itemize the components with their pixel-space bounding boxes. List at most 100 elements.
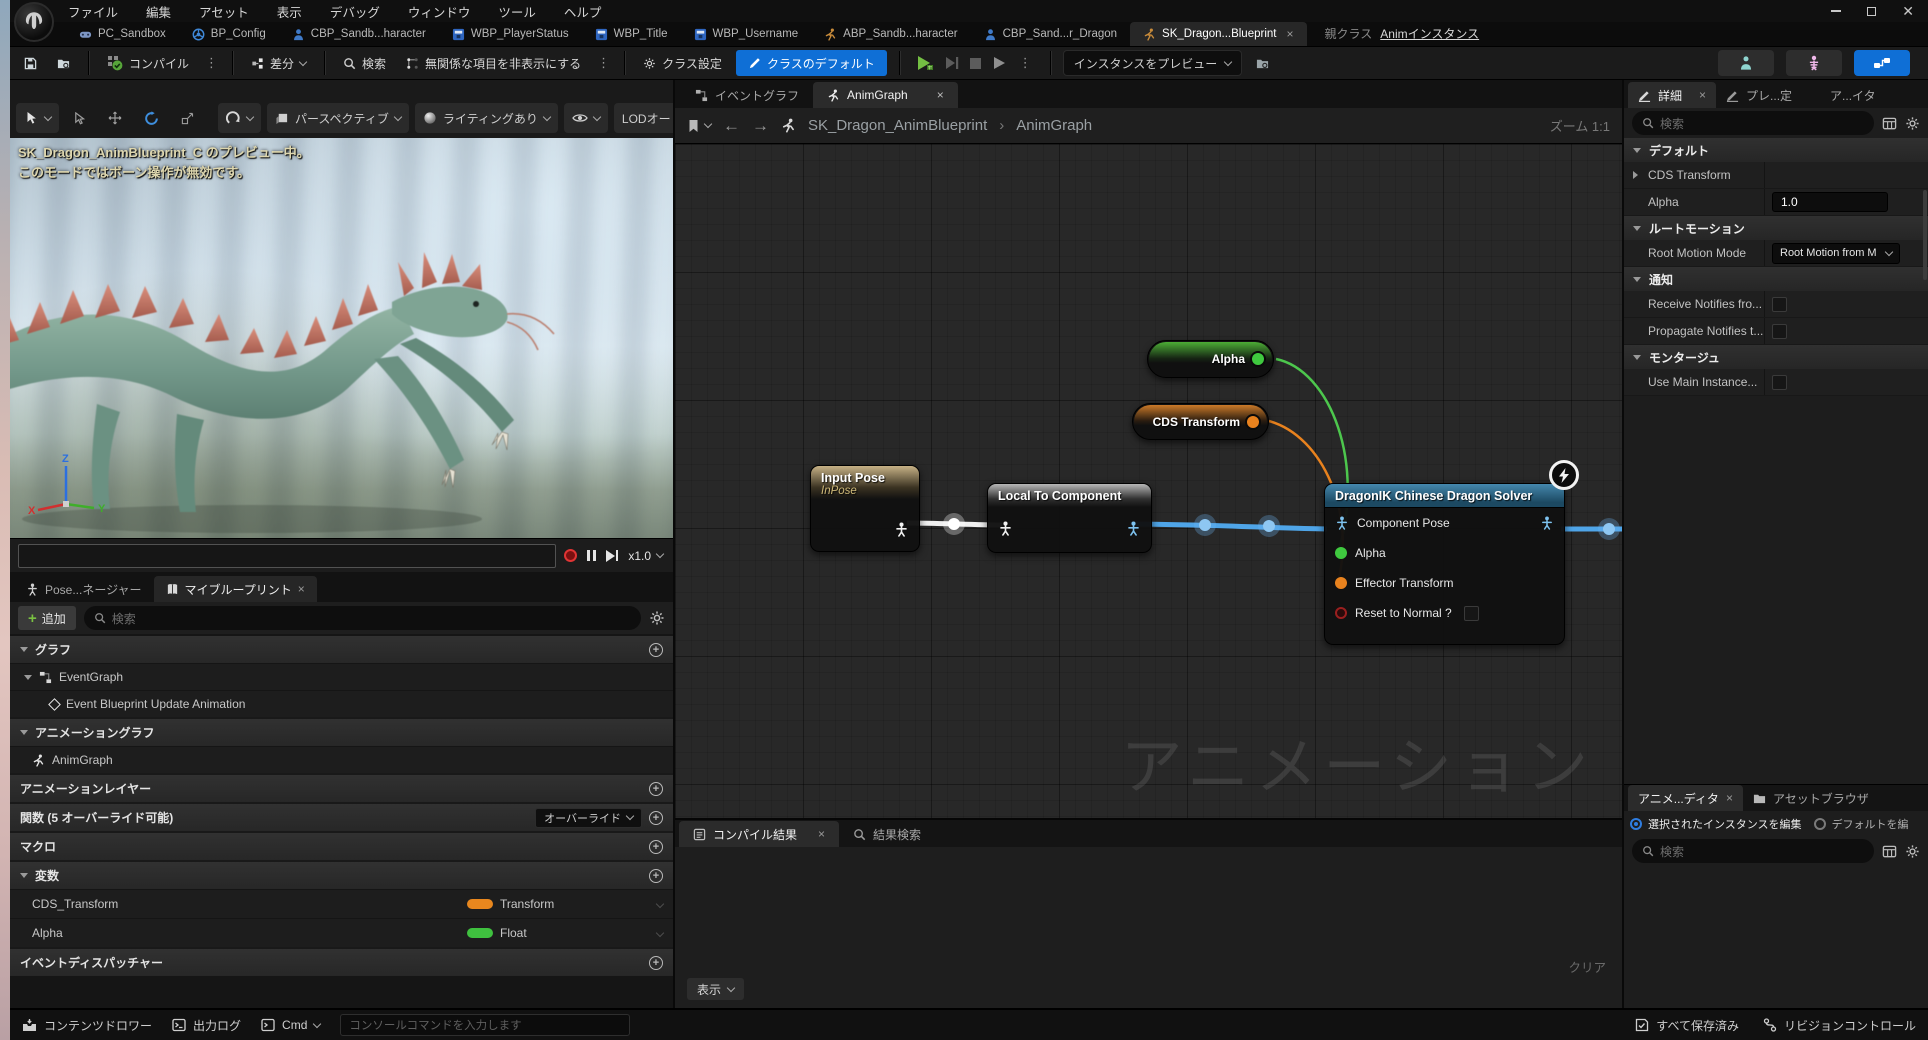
close-tab-icon[interactable]: × xyxy=(818,827,825,841)
tab-anim-preview-editor[interactable]: アニメ...ディタ × xyxy=(1628,785,1743,811)
save-status[interactable]: すべて保存済み xyxy=(1635,1017,1739,1034)
close-tab-icon[interactable]: × xyxy=(1286,27,1293,41)
class-defaults-button[interactable]: クラスのデフォルト xyxy=(736,50,887,76)
menu-tools[interactable]: ツール xyxy=(498,2,536,21)
menu-file[interactable]: ファイル xyxy=(68,2,118,21)
tab-wbp-username[interactable]: WBP_Username xyxy=(681,22,812,46)
variable-row-alpha[interactable]: Alpha Float xyxy=(10,918,673,947)
graph-mode-button[interactable] xyxy=(1854,50,1910,76)
node-alpha-variable[interactable]: Alpha xyxy=(1147,340,1274,378)
record-button[interactable] xyxy=(564,549,577,562)
browse-asset-button[interactable] xyxy=(51,49,76,77)
list-item-animgraph[interactable]: AnimGraph xyxy=(10,746,673,773)
details-settings-gear-icon[interactable] xyxy=(1905,116,1920,131)
edit-selected-instance-radio[interactable] xyxy=(1630,818,1642,830)
subpanel-settings-gear-icon[interactable] xyxy=(1905,844,1920,859)
tab-pc-sandbox[interactable]: PC_Sandbox xyxy=(66,22,179,46)
tab-abp-sandbox-character[interactable]: ABP_Sandb...haracter xyxy=(811,22,970,46)
subpanel-search-input[interactable]: 検索 xyxy=(1632,839,1874,863)
minimize-icon[interactable] xyxy=(1831,10,1841,12)
console-command-input[interactable]: コンソールコマンドを入力します xyxy=(340,1014,630,1036)
alpha-value-field[interactable]: 1.0 xyxy=(1772,192,1888,212)
close-tab-icon[interactable]: × xyxy=(1699,88,1706,102)
receive-notifies-checkbox[interactable] xyxy=(1772,297,1787,312)
breadcrumb-root[interactable]: SK_Dragon_AnimBlueprint xyxy=(808,117,987,134)
node-input-pose[interactable]: Input Pose InPose xyxy=(810,465,920,552)
close-tab-icon[interactable]: × xyxy=(1726,791,1733,805)
output-log-button[interactable]: 出力ログ xyxy=(172,1017,241,1034)
close-window-icon[interactable]: ✕ xyxy=(1902,6,1914,16)
find-button[interactable]: 検索 xyxy=(337,49,392,77)
add-icon[interactable]: + xyxy=(649,869,663,883)
tab-wbp-playerstatus[interactable]: WBP_PlayerStatus xyxy=(439,22,582,46)
tab-details[interactable]: 詳細 × xyxy=(1628,82,1716,108)
details-search-input[interactable]: 検索 xyxy=(1632,111,1874,135)
preview-instance-dropdown[interactable]: インスタンスをプレビュー xyxy=(1063,50,1243,76)
section-variables[interactable]: 変数 + xyxy=(10,862,673,889)
eject-icon[interactable] xyxy=(992,56,1007,70)
compile-options-icon[interactable]: ⋮ xyxy=(203,55,220,71)
menu-asset[interactable]: アセット xyxy=(199,2,249,21)
transform-output-pin[interactable] xyxy=(1247,416,1259,428)
frame-skip-icon[interactable] xyxy=(944,56,959,70)
step-forward-button[interactable] xyxy=(606,550,618,562)
propagate-notifies-checkbox[interactable] xyxy=(1772,324,1787,339)
section-animation-graphs[interactable]: アニメーショングラフ xyxy=(10,719,673,746)
close-tab-icon[interactable]: × xyxy=(937,88,944,102)
menu-window[interactable]: ウィンドウ xyxy=(408,2,471,21)
section-notifies[interactable]: 通知 xyxy=(1624,267,1928,291)
section-animation-layers[interactable]: アニメーションレイヤー + xyxy=(10,775,673,802)
node-dragonik-solver[interactable]: DragonIK Chinese Dragon Solver Component… xyxy=(1324,483,1565,645)
rotate-tool-button[interactable] xyxy=(136,103,167,133)
lit-mode-button[interactable]: ライティングあり xyxy=(415,103,558,133)
tab-asset-editor[interactable]: ア...イタ xyxy=(1820,82,1886,108)
save-button[interactable] xyxy=(18,49,43,77)
display-filter-grid-icon[interactable] xyxy=(1882,116,1897,131)
forward-arrow-icon[interactable]: → xyxy=(752,116,769,136)
stop-icon[interactable] xyxy=(969,57,982,70)
hide-unrelated-options-icon[interactable]: ⋮ xyxy=(595,55,612,71)
section-event-dispatchers[interactable]: イベントディスパッチャー + xyxy=(10,949,673,976)
tab-compile-results[interactable]: コンパイル結果 × xyxy=(679,821,839,847)
component-pose-output-pin[interactable] xyxy=(1540,516,1554,530)
edit-defaults-radio[interactable] xyxy=(1814,818,1826,830)
root-motion-mode-dropdown[interactable]: Root Motion from M xyxy=(1772,243,1900,264)
back-arrow-icon[interactable]: ← xyxy=(723,116,740,136)
expand-arrow-icon[interactable] xyxy=(1633,171,1638,179)
play-options-icon[interactable]: ⋮ xyxy=(1017,55,1034,71)
section-macros[interactable]: マクロ + xyxy=(10,833,673,860)
mesh-mode-button[interactable] xyxy=(1786,50,1842,76)
component-pose-input-pin[interactable] xyxy=(1335,516,1349,530)
timeline-scrubber[interactable] xyxy=(18,544,556,568)
tab-bp-config[interactable]: BP_Config xyxy=(179,22,279,46)
effector-transform-input-pin[interactable] xyxy=(1335,577,1347,589)
add-icon[interactable]: + xyxy=(649,643,663,657)
tab-event-graph[interactable]: イベントグラフ xyxy=(681,82,813,108)
move-tool-button[interactable] xyxy=(100,103,130,133)
show-flags-button[interactable] xyxy=(564,103,608,133)
tab-find-results[interactable]: 結果検索 xyxy=(839,821,935,847)
browse-instance-button[interactable] xyxy=(1250,49,1275,77)
tab-sk-dragon-blueprint[interactable]: SK_Dragon...Blueprint × xyxy=(1130,22,1306,46)
section-montage[interactable]: モンタージュ xyxy=(1624,345,1928,369)
display-filter-grid-icon[interactable] xyxy=(1882,844,1897,859)
breadcrumb-leaf[interactable]: AnimGraph xyxy=(1016,117,1092,134)
menu-view[interactable]: 表示 xyxy=(277,2,302,21)
node-local-to-component[interactable]: Local To Component xyxy=(987,483,1152,553)
tab-asset-browser[interactable]: アセットブラウザ xyxy=(1743,785,1879,811)
compile-button[interactable]: コンパイル xyxy=(101,49,195,77)
node-cds-transform-variable[interactable]: CDS Transform xyxy=(1132,403,1269,440)
tab-cbp-sand-dragon[interactable]: CBP_Sand...r_Dragon xyxy=(971,22,1130,46)
diff-button[interactable]: 差分 xyxy=(245,49,312,77)
tab-cbp-sandbox-character[interactable]: CBP_Sandb...haracter xyxy=(279,22,439,46)
revision-control-button[interactable]: リビジョンコントロール xyxy=(1763,1017,1916,1034)
reset-bool-input-pin[interactable] xyxy=(1335,607,1347,619)
list-item-eventgraph[interactable]: EventGraph xyxy=(10,663,673,690)
maximize-icon[interactable] xyxy=(1867,7,1876,16)
add-icon[interactable]: + xyxy=(649,840,663,854)
content-drawer-button[interactable]: コンテンツドロワー xyxy=(22,1017,152,1034)
hide-unrelated-button[interactable]: 無関係な項目を非表示にする xyxy=(400,49,587,77)
override-dropdown[interactable]: オーバーライド xyxy=(535,808,642,828)
tab-my-blueprint[interactable]: マイブループリント × xyxy=(154,576,317,602)
list-item-event-update[interactable]: Event Blueprint Update Animation xyxy=(10,690,673,717)
